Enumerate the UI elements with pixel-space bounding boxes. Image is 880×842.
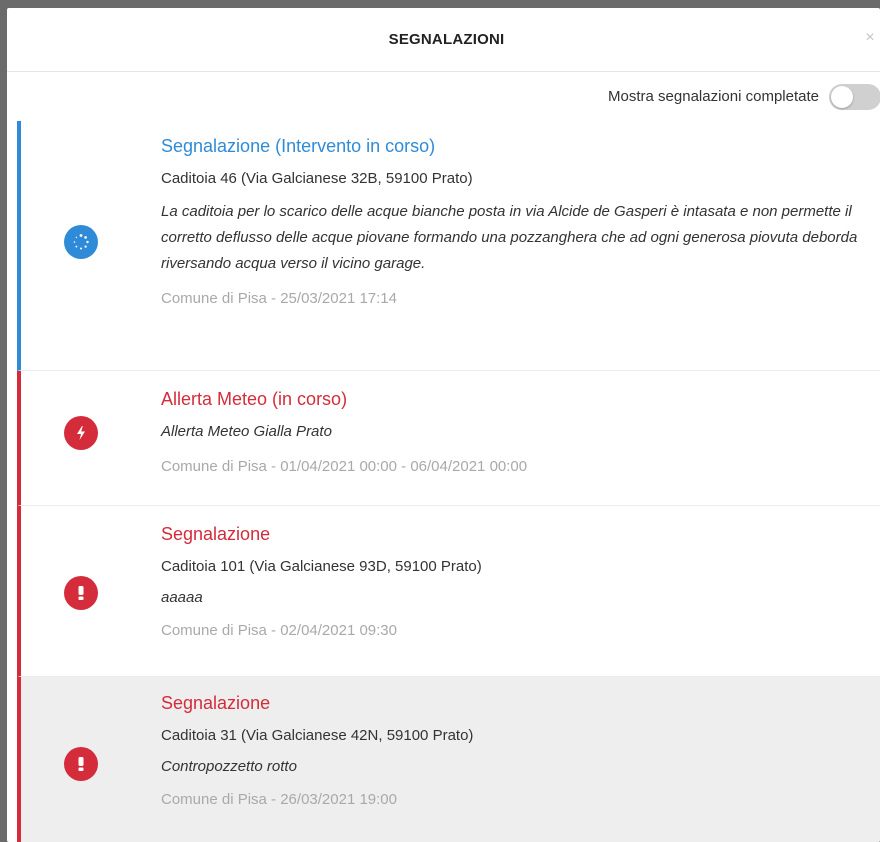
modal-header: SEGNALAZIONI × (7, 8, 880, 72)
exclamation-icon (64, 576, 98, 610)
report-card[interactable]: Segnalazione (Intervento in corso) Cadit… (17, 121, 880, 371)
lightning-icon (64, 416, 98, 450)
report-description: aaaaa (161, 589, 203, 606)
completed-toggle[interactable] (829, 83, 880, 110)
alert-title: Allerta Meteo (in corso) (161, 389, 348, 409)
modal-title: SEGNALAZIONI (388, 31, 505, 48)
report-meta: Comune di Pisa - 02/04/2021 09:30 (161, 622, 397, 639)
spinner-icon (64, 225, 98, 259)
completed-filter-row: Mostra segnalazioni completate (7, 72, 880, 121)
exclamation-icon (64, 747, 98, 781)
alert-card[interactable]: Allerta Meteo (in corso) Allerta Meteo G… (17, 371, 880, 506)
close-icon[interactable]: × (862, 30, 878, 46)
report-meta: Comune di Pisa - 25/03/2021 17:14 (161, 290, 397, 307)
report-card[interactable]: Segnalazione Caditoia 31 (Via Galcianese… (17, 677, 880, 842)
report-meta: Comune di Pisa - 26/03/2021 19:00 (161, 791, 397, 808)
report-title: Segnalazione (161, 693, 271, 713)
report-list: Segnalazione (Intervento in corso) Cadit… (7, 121, 880, 842)
report-title: Segnalazione (161, 524, 271, 544)
toggle-knob (831, 85, 853, 108)
report-address: Caditoia 31 (Via Galcianese 42N, 59100 P… (161, 727, 474, 744)
report-title: Segnalazione (Intervento in corso) (161, 136, 436, 156)
alert-description: Allerta Meteo Gialla Prato (161, 423, 332, 440)
completed-toggle-label: Mostra segnalazioni completate (608, 88, 819, 105)
segnalazioni-modal: SEGNALAZIONI × Mostra segnalazioni compl… (7, 8, 880, 842)
report-card[interactable]: Segnalazione Caditoia 101 (Via Galcianes… (17, 506, 880, 677)
report-address: Caditoia 46 (Via Galcianese 32B, 59100 P… (161, 170, 473, 187)
report-address: Caditoia 101 (Via Galcianese 93D, 59100 … (161, 558, 482, 575)
report-description: Contropozzetto rotto (161, 758, 297, 775)
report-description: La caditoia per lo scarico delle acque b… (161, 203, 858, 272)
alert-meta: Comune di Pisa - 01/04/2021 00:00 - 06/0… (161, 458, 528, 475)
